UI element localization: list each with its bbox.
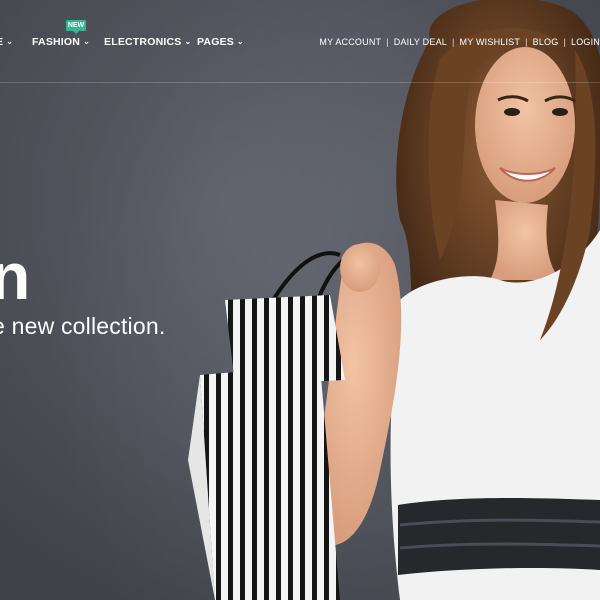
link-my-account[interactable]: MY ACCOUNT	[319, 37, 381, 47]
menu-item-pages[interactable]: PAGES ⌄	[197, 36, 244, 48]
chevron-down-icon: ⌄	[83, 37, 90, 46]
shopping-bag	[188, 295, 345, 600]
chevron-down-icon: ⌄	[184, 37, 192, 46]
menu-item-fashion[interactable]: FASHION ⌄	[32, 36, 90, 48]
link-my-wishlist[interactable]: MY WISHLIST	[460, 37, 521, 47]
link-login[interactable]: LOGIN	[571, 37, 600, 47]
menu-item-label: FASHION	[32, 36, 81, 48]
chevron-down-icon: ⌄	[236, 37, 244, 46]
menu-item-electronics[interactable]: ELECTRONICS ⌄	[104, 36, 191, 48]
hero-title: n	[0, 239, 31, 313]
separator: |	[386, 37, 389, 47]
belt	[398, 497, 600, 575]
menu-item-home[interactable]: E⌄	[0, 36, 13, 48]
link-blog[interactable]: BLOG	[533, 37, 559, 47]
menu-item-label: PAGES	[197, 36, 234, 48]
separator: |	[451, 37, 455, 47]
main-navigation: E⌄ NEW FASHION⌄ ELECTRONICS⌄ PAGES⌄ MY A…	[0, 0, 600, 83]
model-photo	[188, 0, 600, 600]
new-badge: NEW	[66, 20, 86, 34]
chevron-down-icon: ⌄	[6, 37, 14, 46]
separator: |	[525, 37, 528, 47]
account-links: MY ACCOUNT | DAILY DEAL | MY WISHLIST | BLOG | L…	[319, 37, 600, 47]
hero-subtitle: e new collection.	[0, 313, 166, 339]
separator: |	[563, 37, 566, 47]
link-daily-deal[interactable]: DAILY DEAL	[394, 37, 447, 47]
menu-item-label: ELECTRONICS	[104, 36, 182, 48]
menu-item-label: E	[0, 36, 3, 48]
